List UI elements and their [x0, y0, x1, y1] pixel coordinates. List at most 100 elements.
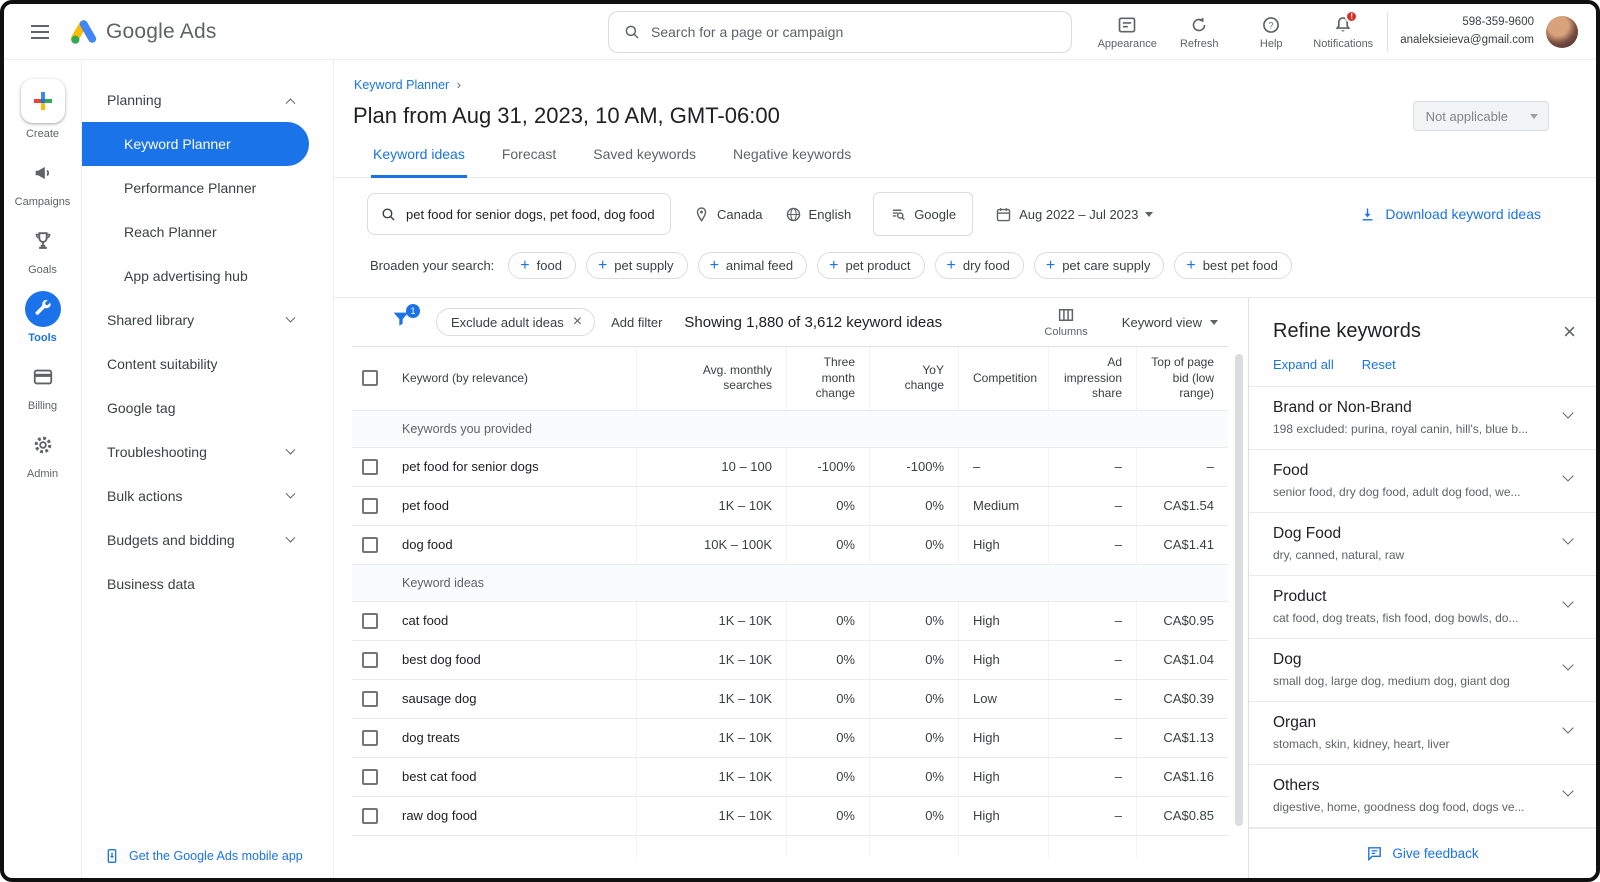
- give-feedback-button[interactable]: Give feedback: [1249, 828, 1596, 878]
- sidenav-item[interactable]: Bulk actions: [82, 474, 333, 518]
- close-icon[interactable]: ×: [1563, 320, 1576, 343]
- competition-cell: High: [958, 640, 1048, 679]
- keyword-cell: best cat food: [402, 769, 477, 785]
- top-bid-cell: CA$0.95: [1136, 601, 1228, 640]
- scrollbar-thumb[interactable]: [1235, 354, 1243, 826]
- col-competition[interactable]: Competition: [958, 347, 1048, 410]
- sidenav-item[interactable]: Business data: [82, 562, 333, 606]
- language-selector[interactable]: English: [785, 206, 851, 223]
- refine-section[interactable]: Others digestive, home, goodness dog foo…: [1249, 764, 1596, 827]
- table-row[interactable]: pet food 1K – 10K 0% 0% Medium – CA$1.54: [352, 486, 1228, 526]
- create-button[interactable]: [20, 79, 65, 123]
- row-checkbox[interactable]: [362, 729, 378, 746]
- rail-item-admin[interactable]: Admin: [4, 424, 81, 483]
- table-row[interactable]: cat food 1K – 10K 0% 0% High – CA$0.95: [352, 601, 1228, 641]
- row-checkbox[interactable]: [362, 497, 378, 514]
- sidenav-item[interactable]: Reach Planner: [82, 210, 333, 254]
- appearance-button[interactable]: Appearance: [1091, 10, 1163, 53]
- keyword-view-dropdown[interactable]: Keyword view: [1122, 315, 1218, 330]
- row-checkbox[interactable]: [362, 651, 378, 668]
- col-keyword[interactable]: Keyword (by relevance): [388, 347, 636, 410]
- table-row[interactable]: sausage dog 1K – 10K 0% 0% Low – CA$0.39: [352, 679, 1228, 719]
- breadcrumb-link[interactable]: Keyword Planner: [354, 78, 449, 92]
- refine-section[interactable]: Product cat food, dog treats, fish food,…: [1249, 575, 1596, 638]
- row-checkbox[interactable]: [362, 768, 378, 785]
- three-month-cell: 0%: [786, 601, 869, 640]
- refine-section[interactable]: Dog small dog, large dog, medium dog, gi…: [1249, 638, 1596, 701]
- filter-button[interactable]: 1: [390, 304, 420, 336]
- rail-item-goals[interactable]: Goals: [4, 220, 81, 279]
- expand-all-link[interactable]: Expand all: [1273, 357, 1334, 372]
- refine-section[interactable]: Organ stomach, skin, kidney, heart, live…: [1249, 701, 1596, 764]
- global-search[interactable]: [608, 11, 1072, 53]
- refine-section[interactable]: Brand or Non-Brand 198 excluded: purina,…: [1249, 386, 1596, 449]
- table-row[interactable]: pet food for senior dogs 10 – 100 -100% …: [352, 447, 1228, 487]
- refine-section[interactable]: Dog Food dry, canned, natural, raw: [1249, 512, 1596, 575]
- sidenav-item[interactable]: App advertising hub: [82, 254, 333, 298]
- table-row[interactable]: best dog food 1K – 10K 0% 0% High – CA$1…: [352, 640, 1228, 680]
- table-row[interactable]: best cat food 1K – 10K 0% 0% High – CA$1…: [352, 757, 1228, 797]
- keyword-search-input[interactable]: [367, 193, 671, 235]
- col-yoy-change[interactable]: YoY change: [869, 347, 958, 410]
- tab[interactable]: Saved keywords: [591, 146, 698, 178]
- sidenav-item[interactable]: Troubleshooting: [82, 430, 333, 474]
- table-row[interactable]: dog food 10K – 100K 0% 0% High – CA$1.41: [352, 525, 1228, 565]
- refine-title: Refine keywords: [1273, 320, 1421, 342]
- tab[interactable]: Forecast: [500, 146, 558, 178]
- refine-section[interactable]: Food senior food, dry dog food, adult do…: [1249, 449, 1596, 512]
- table-row[interactable]: dog treats 1K – 10K 0% 0% High – CA$1.13: [352, 718, 1228, 758]
- reset-link[interactable]: Reset: [1362, 357, 1396, 372]
- tab[interactable]: Keyword ideas: [371, 146, 467, 178]
- sidenav-item[interactable]: Budgets and bidding: [82, 518, 333, 562]
- sidenav-item[interactable]: Planning: [82, 78, 333, 122]
- broaden-chip[interactable]: + food: [508, 252, 576, 279]
- avatar[interactable]: [1546, 15, 1578, 48]
- col-top-of-page-bid[interactable]: Top of page bid (low range): [1136, 347, 1228, 410]
- select-all-checkbox[interactable]: [362, 370, 378, 387]
- status-dropdown[interactable]: Not applicable: [1412, 101, 1549, 131]
- network-selector[interactable]: Google: [873, 192, 974, 236]
- rail-item-billing[interactable]: Billing: [4, 356, 81, 415]
- sidenav-item[interactable]: Keyword Planner: [82, 122, 309, 166]
- notifications-button[interactable]: ! Notifications: [1307, 10, 1379, 53]
- broaden-chip[interactable]: + pet care supply: [1033, 252, 1165, 279]
- remove-filter-icon[interactable]: ×: [573, 314, 582, 330]
- row-checkbox[interactable]: [362, 536, 378, 553]
- rail-item-tools[interactable]: Tools: [4, 288, 81, 347]
- row-checkbox[interactable]: [362, 807, 378, 824]
- date-range-selector[interactable]: Aug 2022 – Jul 2023: [995, 206, 1154, 223]
- col-avg-monthly-searches[interactable]: Avg. monthly searches: [636, 347, 786, 410]
- global-search-input[interactable]: [651, 24, 1057, 40]
- row-checkbox[interactable]: [362, 612, 378, 629]
- active-filter-chip[interactable]: Exclude adult ideas ×: [436, 308, 596, 336]
- row-checkbox[interactable]: [362, 458, 378, 475]
- add-filter-button[interactable]: Add filter: [611, 315, 662, 330]
- broaden-chip[interactable]: + pet supply: [585, 252, 688, 279]
- broaden-chip[interactable]: + pet product: [817, 252, 925, 279]
- mobile-app-link[interactable]: Get the Google Ads mobile app: [104, 848, 303, 864]
- tab[interactable]: Negative keywords: [731, 146, 853, 178]
- location-selector[interactable]: Canada: [693, 206, 763, 223]
- table-row[interactable]: raw dog food 1K – 10K 0% 0% High – CA$0.…: [352, 796, 1228, 836]
- broaden-chip[interactable]: + best pet food: [1174, 252, 1292, 279]
- rail-item-campaigns[interactable]: Campaigns: [4, 152, 81, 211]
- tab-bar: Keyword ideas Forecast Saved keywords Ne…: [334, 146, 1596, 178]
- help-button[interactable]: ? Help: [1235, 10, 1307, 53]
- three-month-cell: 0%: [786, 525, 869, 564]
- menu-icon[interactable]: [20, 12, 60, 52]
- col-ad-impression-share[interactable]: Ad impression share: [1048, 347, 1136, 410]
- rail-item-create[interactable]: Create: [4, 76, 81, 143]
- sidenav-item[interactable]: Content suitability: [82, 342, 333, 386]
- columns-button[interactable]: Columns: [1044, 306, 1088, 338]
- broaden-chip[interactable]: + dry food: [934, 252, 1024, 279]
- sidenav-item[interactable]: Performance Planner: [82, 166, 333, 210]
- broaden-chip[interactable]: + animal feed: [697, 252, 808, 279]
- goals-icon: [35, 232, 50, 249]
- col-three-month-change[interactable]: Three month change: [786, 347, 869, 410]
- sidenav-item[interactable]: Google tag: [82, 386, 333, 430]
- download-keyword-ideas-button[interactable]: Download keyword ideas: [1359, 206, 1541, 223]
- sidenav-item[interactable]: Shared library: [82, 298, 333, 342]
- row-checkbox[interactable]: [362, 690, 378, 707]
- refresh-button[interactable]: Refresh: [1163, 10, 1235, 53]
- top-bid-cell: CA$1.41: [1136, 525, 1228, 564]
